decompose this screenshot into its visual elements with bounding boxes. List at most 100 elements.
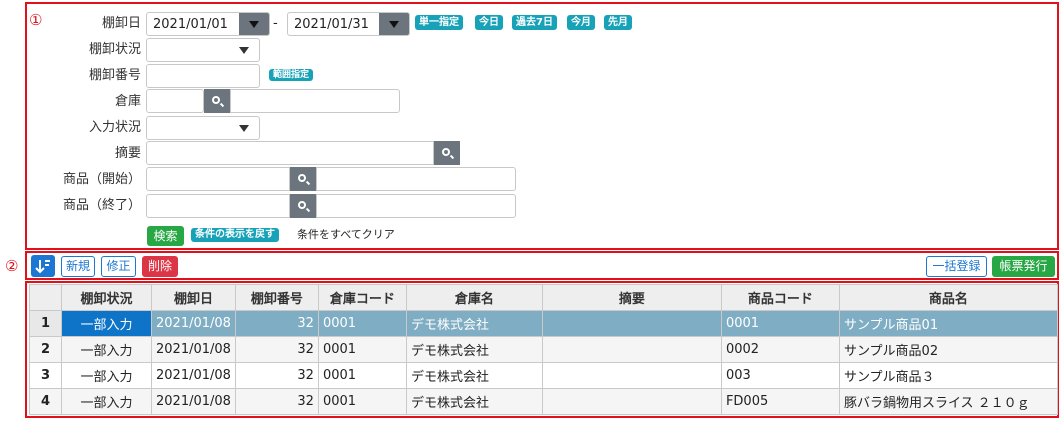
column-header-status[interactable]: 棚卸状況 [61,284,152,311]
section-marker-2: ② [5,257,19,275]
product-end-name-field [316,194,516,218]
date-to-calendar-icon[interactable] [379,13,409,35]
quick-single-button[interactable]: 単一指定 [415,15,463,30]
cell-warehouse-code[interactable]: 0001 [317,336,407,363]
input-status-select[interactable] [146,116,260,140]
date-from-value: 2021/01/01 [153,17,228,32]
search-button[interactable]: 検索 [147,226,184,246]
column-header-number[interactable]: 棚卸番号 [234,284,319,311]
product-end-search-button[interactable] [290,194,316,218]
cell-status[interactable]: 一部入力 [61,362,152,389]
quick-this-month-button[interactable]: 今月 [567,15,595,30]
cell-warehouse-code[interactable]: 0001 [317,362,407,389]
bulk-register-button[interactable]: 一括登録 [926,256,987,277]
new-button[interactable]: 新規 [61,256,95,277]
chevron-down-icon [229,117,259,139]
table-row[interactable]: 3 一部入力 2021/01/08 32 0001 デモ株式会社 003 サンプ… [29,362,1058,389]
quick-past7days-button[interactable]: 過去7日 [512,15,557,30]
table-header-row: 棚卸状況 棚卸日 棚卸番号 倉庫コード 倉庫名 摘要 商品コード 商品名 [29,284,1058,311]
number-input[interactable] [146,64,260,88]
cell-product-code[interactable]: FD005 [720,388,840,415]
cell-warehouse-code[interactable]: 0001 [317,388,407,415]
column-header-product-name[interactable]: 商品名 [838,284,1058,311]
warehouse-code-input[interactable] [146,89,204,113]
column-header-product-code[interactable]: 商品コード [720,284,840,311]
status-select[interactable] [146,38,260,62]
cell-status[interactable]: 一部入力 [61,310,152,337]
cell-number[interactable]: 32 [234,362,319,389]
product-start-search-button[interactable] [290,167,316,191]
cell-status[interactable]: 一部入力 [61,336,152,363]
warehouse-name-field [230,89,400,113]
results-table: 棚卸状況 棚卸日 棚卸番号 倉庫コード 倉庫名 摘要 商品コード 商品名 1 一… [29,284,1058,415]
search-icon [442,148,450,156]
cell-product-code[interactable]: 0001 [720,310,840,337]
warehouse-label: 倉庫 [114,94,141,109]
cell-product-name[interactable]: サンプル商品02 [838,336,1058,363]
quick-last-month-button[interactable]: 先月 [604,15,632,30]
table-row[interactable]: 1 一部入力 2021/01/08 32 0001 デモ株式会社 0001 サン… [29,310,1058,337]
column-header-warehouse-name[interactable]: 倉庫名 [405,284,543,311]
column-header-warehouse-code[interactable]: 倉庫コード [317,284,407,311]
cell-date[interactable]: 2021/01/08 [151,336,236,363]
date-from-calendar-icon[interactable] [239,13,269,35]
row-number: 3 [29,362,62,389]
status-label: 棚卸状況 [88,42,141,57]
cell-product-name[interactable]: 豚バラ鍋物用スライス ２１０ｇ [838,388,1058,415]
cell-summary[interactable] [541,310,722,337]
chevron-down-icon [229,39,259,61]
cell-warehouse-name[interactable]: デモ株式会社 [405,310,543,337]
quick-today-button[interactable]: 今日 [475,15,503,30]
action-toolbar [25,251,1059,280]
warehouse-search-button[interactable] [204,89,230,113]
cell-summary[interactable] [541,388,722,415]
date-from-field[interactable]: 2021/01/01 [146,12,270,36]
cell-warehouse-name[interactable]: デモ株式会社 [405,362,543,389]
search-icon [298,201,306,209]
cell-product-name[interactable]: サンプル商品01 [838,310,1058,337]
cell-number[interactable]: 32 [234,336,319,363]
cell-summary[interactable] [541,362,722,389]
cell-product-name[interactable]: サンプル商品３ [838,362,1058,389]
cell-date[interactable]: 2021/01/08 [151,362,236,389]
search-icon [298,174,306,182]
column-header-rownum [29,284,62,311]
cell-date[interactable]: 2021/01/08 [151,310,236,337]
delete-button[interactable]: 削除 [142,256,178,277]
cell-product-code[interactable]: 0002 [720,336,840,363]
cell-warehouse-name[interactable]: デモ株式会社 [405,336,543,363]
cell-number[interactable]: 32 [234,310,319,337]
summary-search-button[interactable] [434,141,460,165]
date-to-field[interactable]: 2021/01/31 [287,12,410,36]
cell-date[interactable]: 2021/01/08 [151,388,236,415]
range-spec-button[interactable]: 範囲指定 [269,69,314,81]
cell-summary[interactable] [541,336,722,363]
report-issue-button[interactable]: 帳票発行 [992,256,1055,277]
cell-warehouse-code[interactable]: 0001 [317,310,407,337]
date-label: 棚卸日 [101,16,141,31]
column-header-date[interactable]: 棚卸日 [151,284,236,311]
product-start-code-input[interactable] [146,167,290,191]
row-number: 4 [29,388,62,415]
restore-conditions-button[interactable]: 条件の表示を戻す [191,228,279,242]
table-row[interactable]: 4 一部入力 2021/01/08 32 0001 デモ株式会社 FD005 豚… [29,388,1058,415]
product-end-label: 商品（終了） [62,198,141,213]
number-label: 棚卸番号 [88,68,141,83]
product-start-label: 商品（開始） [62,172,141,187]
cell-number[interactable]: 32 [234,388,319,415]
search-icon [212,96,220,104]
cell-status[interactable]: 一部入力 [61,388,152,415]
column-header-summary[interactable]: 摘要 [541,284,722,311]
cell-product-code[interactable]: 003 [720,362,840,389]
product-end-code-input[interactable] [146,194,290,218]
summary-input[interactable] [146,141,434,165]
input-status-label: 入力状況 [88,120,141,135]
date-to-value: 2021/01/31 [294,17,369,32]
row-number: 2 [29,336,62,363]
summary-label: 摘要 [114,146,141,161]
table-row[interactable]: 2 一部入力 2021/01/08 32 0001 デモ株式会社 0002 サン… [29,336,1058,363]
sort-button[interactable] [31,255,55,277]
edit-button[interactable]: 修正 [101,256,136,277]
clear-conditions-link[interactable]: 条件をすべてクリア [297,228,395,242]
cell-warehouse-name[interactable]: デモ株式会社 [405,388,543,415]
